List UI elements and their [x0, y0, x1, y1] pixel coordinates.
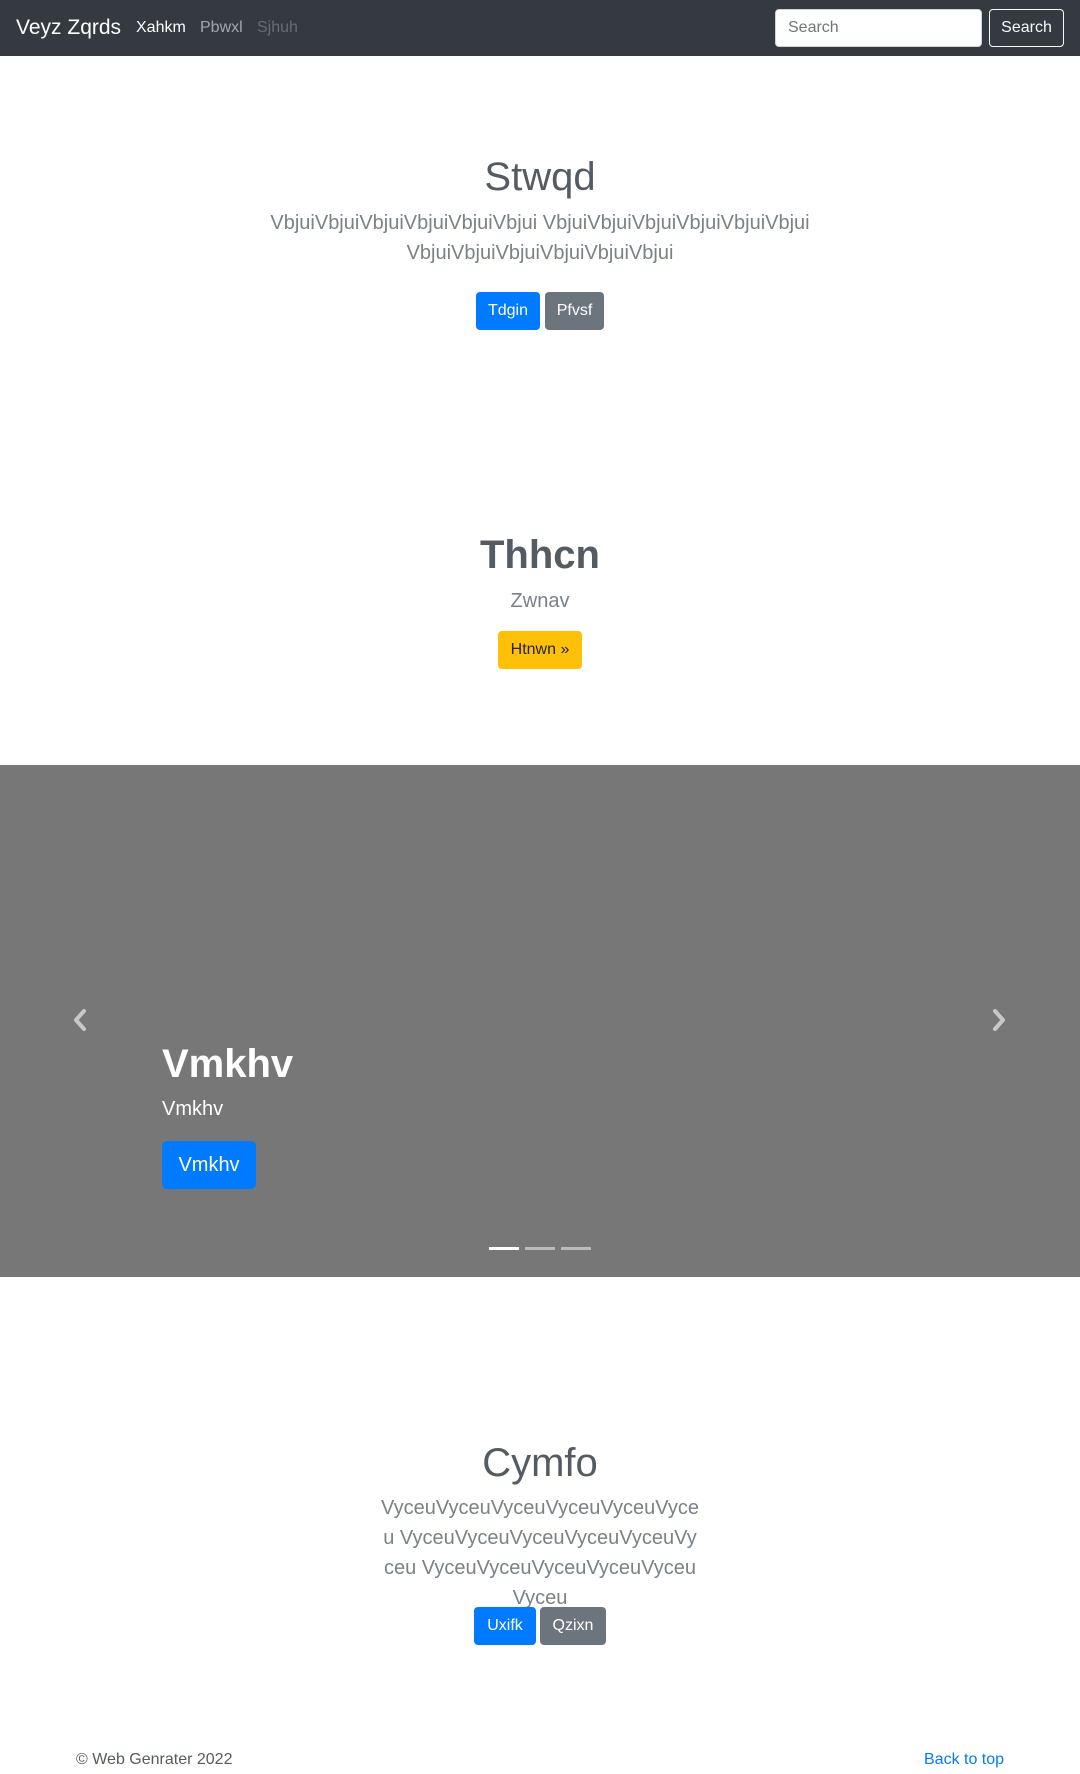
- section4-lead: VyceuVyceuVyceuVyceuVyceuVyceu VyceuVyce…: [381, 1497, 699, 1609]
- navbar-brand[interactable]: Veyz Zqrds: [16, 14, 121, 42]
- search-button[interactable]: Search: [989, 9, 1064, 47]
- hero-title: Stwqd: [484, 155, 596, 199]
- footer-copyright: © Web Genrater 2022: [76, 1751, 233, 1768]
- search-input[interactable]: [775, 9, 982, 47]
- chevron-right-icon: [993, 1009, 1005, 1031]
- nav-link-xahkm[interactable]: Xahkm: [136, 18, 186, 38]
- section2-warning-button[interactable]: Htnwn »: [498, 631, 582, 669]
- section4-lead-wrapper: VyceuVyceuVyceuVyceuVyceuVyceu VyceuVyce…: [0, 1493, 1080, 1613]
- carousel-indicator-2[interactable]: [525, 1247, 555, 1250]
- carousel-indicators: [0, 1247, 1080, 1250]
- carousel-indicator-3[interactable]: [561, 1247, 591, 1250]
- carousel-caption-button[interactable]: Vmkhv: [162, 1141, 256, 1189]
- navbar: Veyz Zqrds Xahkm Pbwxl Sjhuh Search: [0, 0, 1080, 56]
- hero-lead: VbjuiVbjuiVbjuiVbjuiVbjuiVbjui VbjuiVbju…: [270, 212, 810, 264]
- chevron-left-icon: [74, 1009, 86, 1031]
- hero-primary-button[interactable]: Tdgin: [476, 292, 540, 330]
- section2-subtitle: Zwnav: [510, 590, 570, 612]
- section4-secondary-button[interactable]: Qzixn: [540, 1607, 606, 1645]
- carousel-prev-control[interactable]: [66, 1005, 96, 1035]
- section2-title: Thhcn: [480, 533, 600, 577]
- section4-title: Cymfo: [482, 1441, 598, 1485]
- carousel: Vmkhv Vmkhv Vmkhv: [0, 765, 1080, 1277]
- hero-lead-wrapper: VbjuiVbjuiVbjuiVbjuiVbjuiVbjui VbjuiVbju…: [0, 208, 1080, 268]
- carousel-next-control[interactable]: [983, 1005, 1013, 1035]
- nav-link-sjhuh-disabled: Sjhuh: [257, 19, 298, 36]
- carousel-caption-text: Vmkhv: [162, 1098, 224, 1120]
- back-to-top-link[interactable]: Back to top: [924, 1750, 1004, 1770]
- section4-primary-button[interactable]: Uxifk: [474, 1607, 536, 1645]
- carousel-caption-title: Vmkhv: [162, 1042, 294, 1086]
- hero-secondary-button[interactable]: Pfvsf: [545, 292, 604, 330]
- nav-link-pbwxl[interactable]: Pbwxl: [200, 18, 243, 38]
- carousel-indicator-1[interactable]: [489, 1247, 519, 1250]
